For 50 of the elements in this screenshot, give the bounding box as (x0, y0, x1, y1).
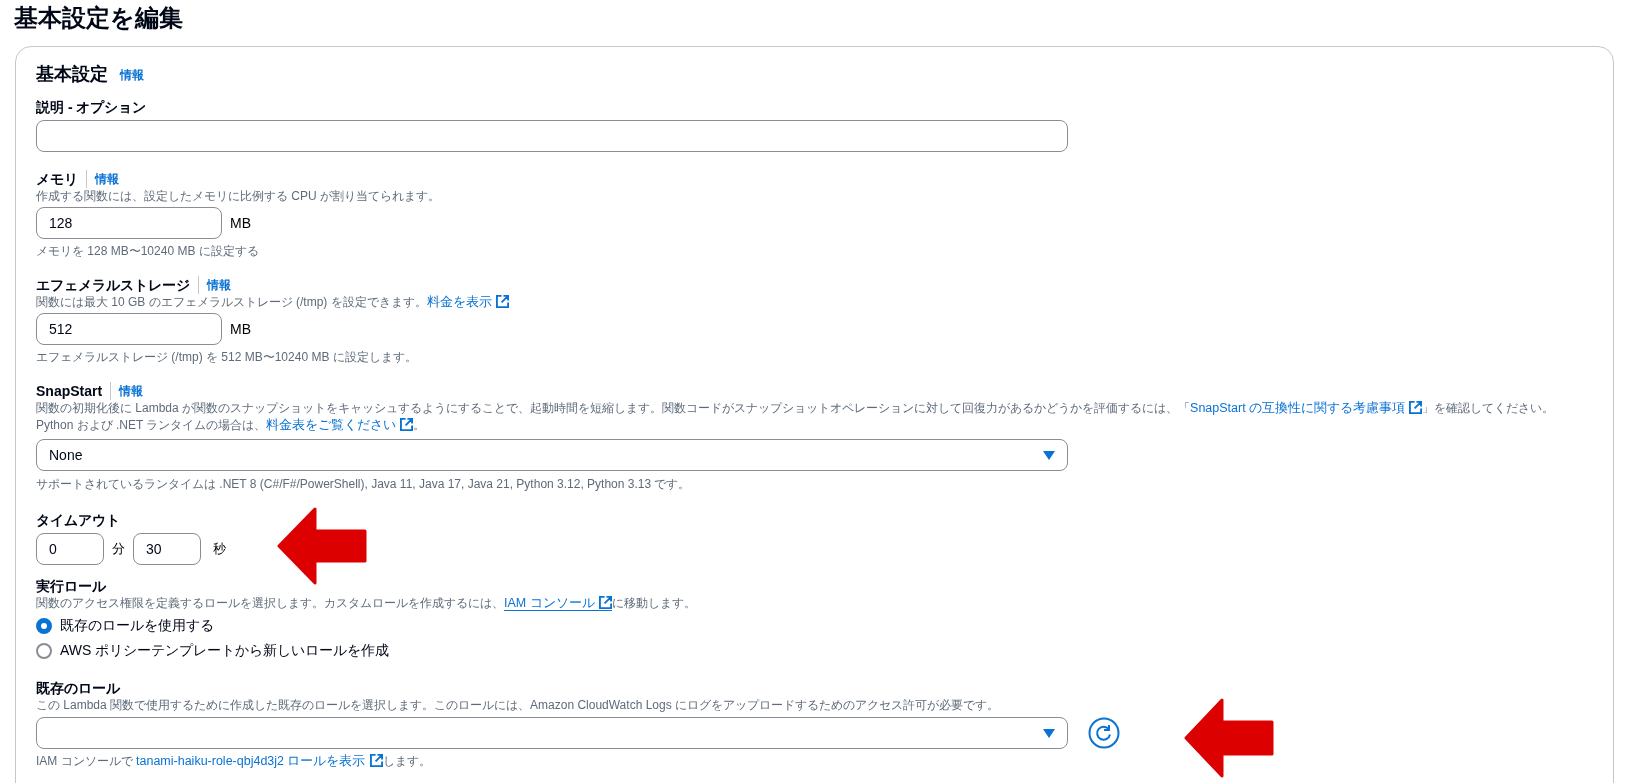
unit-label: MB (230, 213, 251, 233)
external-link[interactable]: SnapStart の互換性に関する考慮事項 (1190, 401, 1423, 416)
unit-label: 秒 (213, 540, 226, 559)
external-link-icon (495, 295, 509, 308)
minutes-input[interactable]: 0 (36, 533, 104, 565)
radio-option[interactable]: 既存のロールを使用する (36, 615, 1593, 636)
field-label: 既存のロール (36, 679, 120, 697)
constraint-text: メモリを 128 MB〜10240 MB に設定する (36, 243, 260, 260)
field-label: SnapStart (36, 382, 103, 400)
seconds-input[interactable]: 30 (133, 533, 201, 565)
constraint-text: サポートされているランタイムは .NET 8 (C#/F#/PowerShell), Java 11, Java 17, Java 21, Python 3.12, Python 3.13 です。 (36, 476, 692, 493)
external-link-icon (598, 596, 612, 609)
help-text: 関数には最大 10 GB のエフェメラルストレージ (/tmp) を設定できます。料金を表示 (36, 294, 1593, 311)
field-label: メモリ (36, 170, 78, 188)
external-link[interactable]: 料金を表示 (426, 295, 509, 310)
info-link[interactable]: 情報 (120, 65, 144, 84)
unit-label: 分 (112, 540, 125, 559)
field-label: 実行ロール (36, 577, 106, 595)
help-text: IAM コンソールで tanami-haiku-role-qbj4d3j2 ロールを表示 します。 (36, 753, 432, 770)
unit-label: MB (230, 319, 251, 339)
external-link-icon (369, 754, 383, 767)
external-link-icon (400, 418, 414, 431)
info-link[interactable]: 情報 (95, 170, 119, 188)
external-link[interactable]: 料金表をご覧ください (266, 418, 414, 433)
page-title: 基本設定を編集 (13, 3, 184, 33)
refresh-icon[interactable] (1088, 717, 1120, 749)
help-text: 作成する関数には、設定したメモリに比例する CPU が割り当てられます。 (36, 188, 441, 205)
caret-down-icon (1043, 728, 1055, 738)
help-text: この Lambda 関数で使用するために作成した既存のロールを選択します。このロールには、Amazon CloudWatch Logs にログをアップロードするためのアクセス許可が必要です。 (36, 697, 1000, 714)
info-link[interactable]: 情報 (207, 276, 231, 294)
constraint-text: エフェメラルストレージ (/tmp) を 512 MB〜10240 MB に設定します。 (36, 349, 418, 366)
description-input[interactable] (36, 120, 1068, 152)
field-label: 説明 - オプション (36, 98, 147, 116)
radio-button[interactable] (36, 617, 52, 634)
help-text: 関数の初期化後に Lambda が関数のスナップショットをキャッシュするようにすることで、起動時間を短縮します。関数コードがスナップショットオペレーションに対して回復力があるかどうかを評価するには、「SnapStart の互換性に関する考慮事項 」を確認してください。 Python および .NET ランタイムの場合は、料金表をご覧ください 。 (36, 400, 1556, 434)
external-link-icon (1409, 401, 1423, 414)
caret-down-icon (1043, 450, 1055, 460)
external-link[interactable]: IAM コンソール (504, 596, 612, 611)
section-title: 基本設定 (36, 63, 108, 86)
select-dropdown[interactable]: None (36, 439, 1068, 471)
radio-option[interactable]: AWS ポリシーテンプレートから新しいロールを作成 (36, 640, 1593, 661)
info-link[interactable]: 情報 (119, 382, 144, 400)
select-dropdown[interactable] (36, 717, 1068, 749)
field-label: エフェメラルストレージ (36, 276, 190, 294)
external-link[interactable]: tanami-haiku-role-qbj4d3j2 ロールを表示 (136, 754, 383, 769)
number-input[interactable]: 128 (36, 207, 222, 239)
radio-button[interactable] (36, 642, 52, 659)
help-text: 関数のアクセス権限を定義するロールを選択します。カスタムロールを作成するには、IAM コンソール に移動します。 (36, 595, 697, 612)
field-label: タイムアウト (36, 511, 120, 529)
number-input[interactable]: 512 (36, 313, 222, 345)
